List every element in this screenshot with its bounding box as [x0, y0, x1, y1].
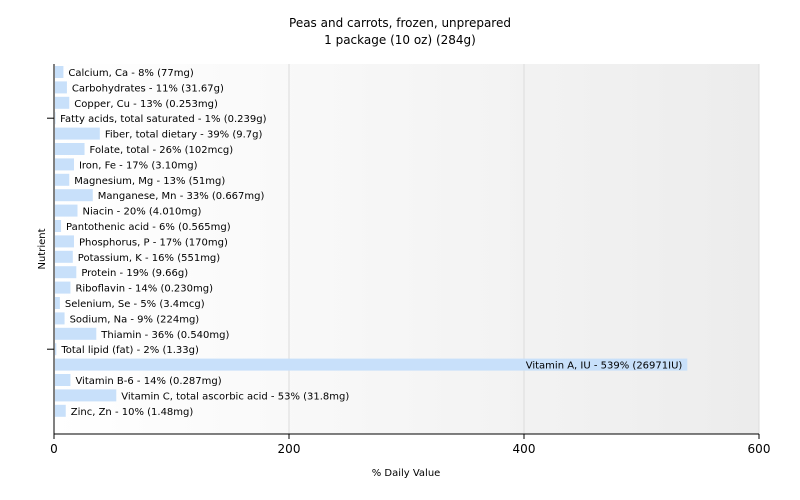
bar: [55, 250, 73, 263]
bar-label: Pantothenic acid - 6% (0.565mg): [66, 222, 231, 233]
bar-label: Riboflavin - 14% (0.230mg): [75, 284, 213, 295]
bar: [55, 158, 74, 171]
x-tick-label: 600: [748, 442, 771, 456]
bar-label: Potassium, K - 16% (551mg): [78, 253, 220, 264]
bar-label: Carbohydrates - 11% (31.67g): [72, 83, 224, 94]
bar: [55, 281, 71, 294]
bar-label: Vitamin A, IU - 539% (26971IU): [526, 361, 683, 372]
x-tick-label: 400: [513, 442, 536, 456]
bar: [55, 404, 66, 417]
bar-label: Sodium, Na - 9% (224mg): [70, 314, 200, 325]
bar-label: Zinc, Zn - 10% (1.48mg): [71, 407, 194, 418]
bar-label: Niacin - 20% (4.010mg): [83, 207, 202, 218]
chart-title: Peas and carrots, frozen, unprepared: [289, 16, 511, 30]
bar-label: Fiber, total dietary - 39% (9.7g): [105, 130, 263, 141]
bar: [55, 266, 77, 279]
bar-label: Magnesium, Mg - 13% (51mg): [74, 176, 225, 187]
bar: [55, 343, 57, 356]
bar: [55, 235, 74, 248]
bar: [55, 327, 97, 340]
bar-label: Manganese, Mn - 33% (0.667mg): [98, 191, 265, 202]
y-axis-title: Nutrient: [37, 228, 48, 269]
bar: [55, 173, 70, 186]
bar: [55, 143, 85, 155]
bar-label: Thiamin - 36% (0.540mg): [100, 330, 229, 341]
x-axis-title: % Daily Value: [372, 468, 441, 479]
chart-subtitle: 1 package (10 oz) (284g): [324, 33, 476, 47]
bar-label: Fatty acids, total saturated - 1% (0.239…: [60, 114, 266, 125]
bar: [55, 374, 71, 386]
bar: [55, 220, 62, 232]
bar: [55, 112, 56, 125]
bar: [55, 297, 60, 309]
x-axis-ticks: 0 200 400 600: [50, 434, 770, 456]
x-tick-label: 200: [278, 442, 301, 456]
bar: [55, 204, 78, 217]
bar-label: Selenium, Se - 5% (3.4mcg): [65, 299, 205, 310]
bar-label: Vitamin B-6 - 14% (0.287mg): [75, 376, 221, 387]
bar: [55, 66, 64, 78]
bar-label: Protein - 19% (9.66g): [81, 268, 188, 279]
bar: [55, 96, 70, 109]
bar: [55, 127, 100, 140]
bar-label: Total lipid (fat) - 2% (1.33g): [60, 345, 199, 356]
y-axis-ticks: [47, 117, 54, 350]
bar-label: Vitamin C, total ascorbic acid - 53% (31…: [121, 391, 349, 402]
bar-label: Calcium, Ca - 8% (77mg): [68, 68, 193, 79]
bar-label: Phosphorus, P - 17% (170mg): [79, 237, 228, 248]
bar: [55, 189, 93, 202]
bar-label: Iron, Fe - 17% (3.10mg): [79, 160, 198, 171]
x-tick-label: 0: [50, 442, 58, 456]
bar-label: Copper, Cu - 13% (0.253mg): [74, 99, 218, 110]
bar: [55, 389, 117, 402]
bar: [55, 81, 67, 94]
bar-label: Folate, total - 26% (102mcg): [90, 145, 234, 156]
chart: Calcium, Ca - 8% (77mg) Carbohydrates - 1…: [37, 16, 770, 479]
bar: [55, 312, 65, 325]
